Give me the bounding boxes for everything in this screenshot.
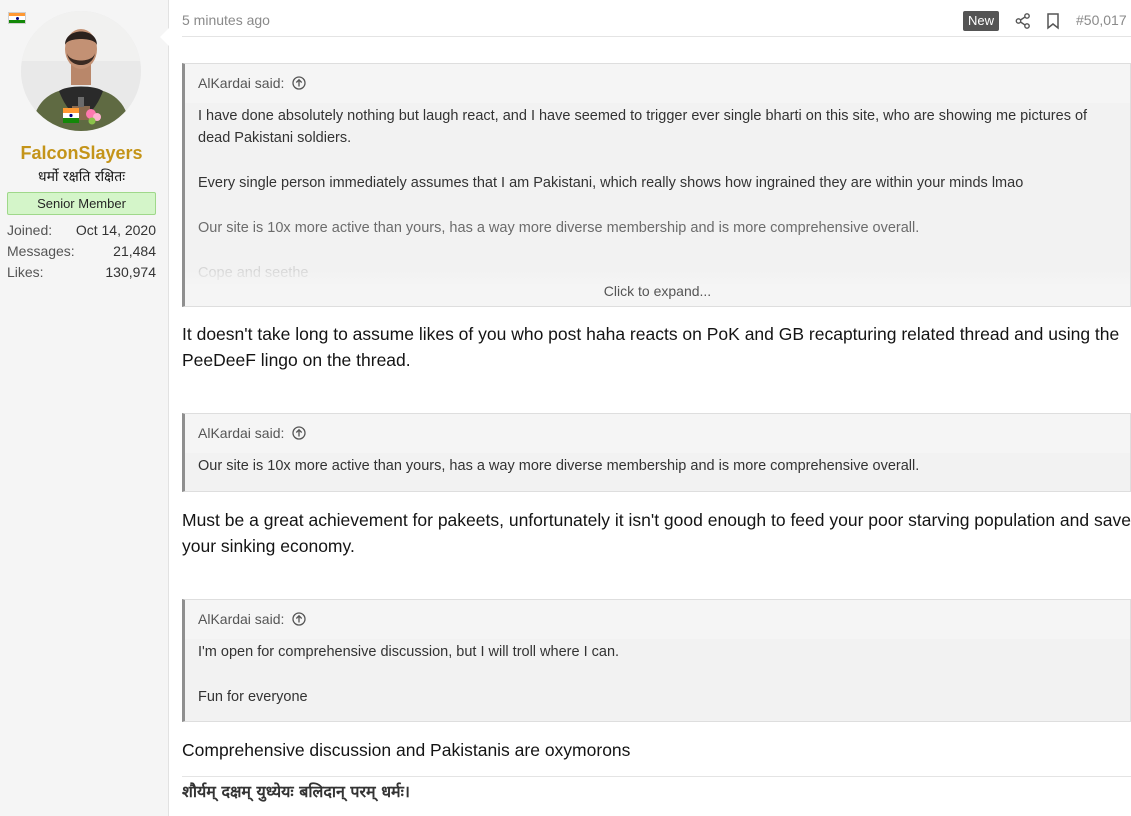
post-content: 5 minutes ago New #50,017 AlKardai said: xyxy=(182,0,1131,816)
quote-text: Our site is 10x more active than yours, … xyxy=(198,458,920,474)
reply-text: It doesn't take long to assume likes of … xyxy=(182,324,1120,370)
stat-value: Oct 14, 2020 xyxy=(75,222,156,238)
quote-body: I'm open for comprehensive discussion, b… xyxy=(185,639,1130,721)
quote-text: Every single person immediately assumes … xyxy=(198,175,1024,191)
quote-header[interactable]: AlKardai said: xyxy=(185,414,1130,453)
quote-text: Fun for everyone xyxy=(198,689,308,705)
quote-text: I'm open for comprehensive discussion, b… xyxy=(198,644,620,660)
stat-value: 21,484 xyxy=(113,243,156,259)
share-icon[interactable] xyxy=(1014,12,1032,30)
quote-body: I have done absolutely nothing but laugh… xyxy=(185,103,1130,284)
post-number-link[interactable]: #50,017 xyxy=(1076,12,1127,28)
new-badge: New xyxy=(963,11,1000,31)
click-to-expand-button[interactable]: Click to expand... xyxy=(185,272,1130,306)
jump-to-quote-icon[interactable] xyxy=(292,76,306,90)
sidebar-pointer xyxy=(160,28,169,46)
stat-messages: Messages: 21,484 xyxy=(7,241,156,262)
post-header: 5 minutes ago New #50,017 xyxy=(182,0,1131,37)
stat-label: Likes: xyxy=(7,264,44,280)
user-custom-title: धर्मो रक्षति रक्षितः xyxy=(37,169,126,185)
stat-label: Joined: xyxy=(7,222,53,238)
quote-block: AlKardai said: I'm open for comprehensiv… xyxy=(182,599,1131,722)
reply-text: Comprehensive discussion and Pakistanis … xyxy=(182,740,631,760)
stat-value: 130,974 xyxy=(105,264,156,280)
signature: शौर्यम् दक्षम् युध्येयः बलिदान् परम् धर्… xyxy=(182,776,1131,802)
quote-block: AlKardai said: I have done absolutely no… xyxy=(182,63,1131,307)
avatar[interactable] xyxy=(21,11,141,131)
post-timestamp[interactable]: 5 minutes ago xyxy=(182,12,270,28)
jump-to-quote-icon[interactable] xyxy=(292,426,306,440)
user-sidebar: FalconSlayers धर्मो रक्षति रक्षितः Senio… xyxy=(0,0,169,816)
quote-text: Our site is 10x more active than yours, … xyxy=(198,220,920,236)
quote-author[interactable]: AlKardai said: xyxy=(198,611,284,627)
jump-to-quote-icon[interactable] xyxy=(292,612,306,626)
quote-text: I have done absolutely nothing but laugh… xyxy=(198,108,1088,146)
user-stats: Joined: Oct 14, 2020 Messages: 21,484 Li… xyxy=(7,220,156,283)
rank-badge: Senior Member xyxy=(7,192,156,215)
bookmark-icon[interactable] xyxy=(1045,12,1061,30)
stat-likes: Likes: 130,974 xyxy=(7,262,156,283)
quote-header[interactable]: AlKardai said: xyxy=(185,64,1130,103)
reply-text: Must be a great achievement for pakeets,… xyxy=(182,510,1131,556)
stat-label: Messages: xyxy=(7,243,75,259)
username[interactable]: FalconSlayers xyxy=(0,143,163,164)
quote-body: Our site is 10x more active than yours, … xyxy=(185,453,1130,491)
quote-author[interactable]: AlKardai said: xyxy=(198,425,284,441)
quote-author[interactable]: AlKardai said: xyxy=(198,75,284,91)
stat-joined: Joined: Oct 14, 2020 xyxy=(7,220,156,241)
quote-block: AlKardai said: Our site is 10x more acti… xyxy=(182,413,1131,492)
quote-header[interactable]: AlKardai said: xyxy=(185,600,1130,639)
india-flag-icon xyxy=(8,12,26,24)
